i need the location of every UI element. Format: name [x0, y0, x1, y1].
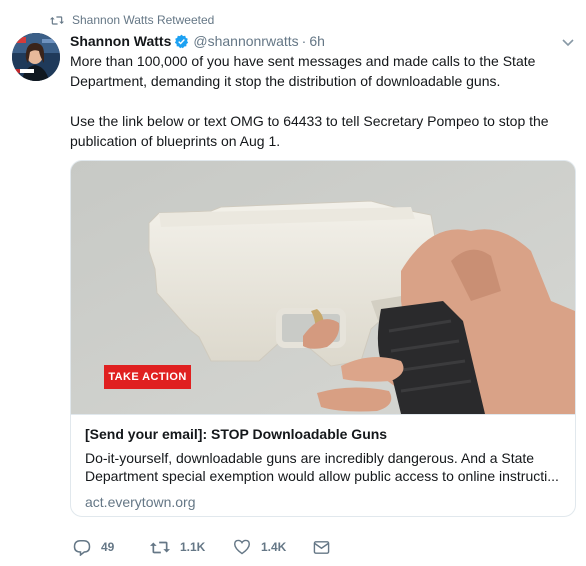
card-description: Do-it-yourself, downloadable guns are in…: [85, 449, 561, 485]
card-domain: act.everytown.org: [85, 494, 196, 510]
like-count: 1.4K: [261, 540, 287, 554]
reply-button[interactable]: 49: [73, 537, 114, 557]
chevron-down-icon: [562, 34, 574, 52]
card-body[interactable]: [Send your email]: STOP Downloadable Gun…: [71, 414, 575, 516]
tweet-text-line: Department, demanding it stop the distri…: [70, 73, 501, 89]
tweet-header: Shannon Watts @shannonrwatts · 6h: [70, 32, 325, 50]
retweet-button[interactable]: 1.1K: [150, 537, 205, 557]
card-image[interactable]: TAKE ACTION: [71, 161, 575, 414]
direct-message-button[interactable]: [313, 537, 330, 557]
reply-icon: [73, 539, 91, 556]
tweet-text: More than 100,000 of you have sent messa…: [70, 51, 570, 151]
retweet-count: 1.1K: [180, 540, 206, 554]
author-name[interactable]: Shannon Watts: [70, 33, 171, 49]
card-title: [Send your email]: STOP Downloadable Gun…: [85, 426, 388, 442]
tweet[interactable]: Shannon Watts Retweeted Shannon Watts @s…: [0, 0, 586, 566]
tweet-actions: 49 1.1K 1.4K: [70, 537, 370, 557]
like-icon: [233, 539, 251, 555]
retweet-icon: [50, 15, 64, 26]
take-action-badge: TAKE ACTION: [104, 365, 191, 389]
avatar-image: [12, 33, 60, 81]
tweet-text-line: Use the link below or text OMG to 64433 …: [70, 113, 549, 129]
direct-message-icon: [313, 540, 330, 555]
author-handle[interactable]: @shannonrwatts: [193, 33, 298, 49]
like-button[interactable]: 1.4K: [233, 537, 286, 557]
card-description-line: Do-it-yourself, downloadable guns are in…: [85, 450, 535, 466]
tweet-text-line: More than 100,000 of you have sent messa…: [70, 53, 536, 69]
retweet-icon: [150, 540, 170, 555]
tweet-timestamp[interactable]: 6h: [309, 33, 325, 49]
retweet-context-label: Shannon Watts Retweeted: [72, 13, 215, 27]
retweet-context: Shannon Watts Retweeted: [50, 11, 214, 29]
tweet-menu-button[interactable]: [559, 35, 577, 51]
reply-count: 49: [101, 540, 115, 554]
link-card[interactable]: TAKE ACTION [Send your email]: STOP Down…: [70, 160, 576, 517]
tweet-text-line: publication of blueprints on Aug 1.: [70, 133, 281, 149]
verified-icon: [174, 34, 189, 49]
header-separator: ·: [301, 33, 307, 49]
avatar[interactable]: [12, 33, 60, 81]
card-description-line: Department special exemption would allow…: [85, 468, 559, 484]
